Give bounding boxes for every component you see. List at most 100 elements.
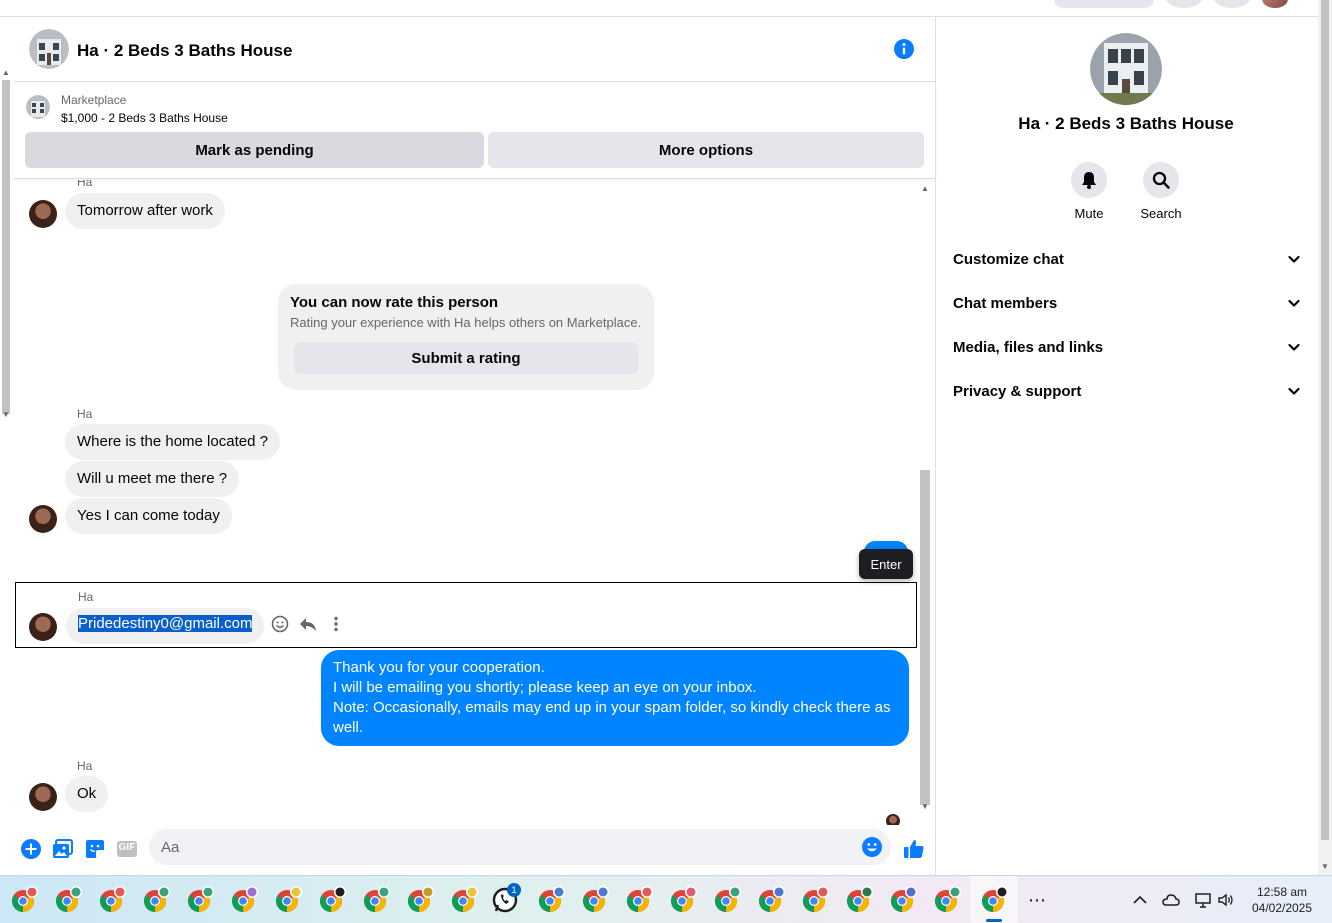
like-thumbs-up-icon[interactable] — [902, 837, 926, 861]
top-nav-icon-button[interactable] — [1214, 0, 1250, 8]
scrollbar-thumb[interactable] — [2, 80, 10, 414]
chrome-profile-icon[interactable] — [711, 884, 743, 916]
chrome-profile-icon[interactable] — [667, 884, 699, 916]
section-label: Privacy & support — [953, 382, 1082, 400]
chevron-down-icon — [1288, 299, 1300, 307]
chrome-profile-icon[interactable] — [360, 884, 392, 916]
mute-button-circle[interactable] — [1071, 162, 1107, 198]
chrome-profile-icon[interactable] — [623, 884, 655, 916]
conversation-avatar[interactable] — [29, 29, 69, 69]
page-scrollbar[interactable]: ▲ ▼ — [0, 66, 12, 426]
mark-as-pending-button[interactable]: Mark as pending — [25, 132, 484, 168]
top-nav-button[interactable] — [1054, 0, 1154, 8]
scrollbar-thumb[interactable] — [1321, 0, 1329, 840]
info-icon[interactable] — [893, 38, 915, 60]
react-emoji-icon[interactable] — [270, 614, 290, 634]
message-bubble[interactable]: Yes I can come today — [65, 498, 232, 534]
chrome-profile-icon[interactable] — [535, 884, 567, 916]
listing-thumbnail[interactable] — [26, 95, 50, 119]
window-scrollbar[interactable]: ▼ — [1318, 0, 1332, 875]
sender-avatar[interactable] — [29, 200, 57, 228]
chrome-profile-icon[interactable] — [96, 884, 128, 916]
message-input[interactable] — [161, 835, 851, 859]
chrome-profile-icon[interactable] — [52, 884, 84, 916]
scroll-down-arrow-icon[interactable]: ▼ — [2, 410, 10, 419]
message-bubble[interactable]: Tomorrow after work — [65, 193, 225, 229]
listing-title[interactable]: $1,000 - 2 Beds 3 Baths House — [61, 111, 228, 125]
top-navigation-bar — [0, 0, 1318, 17]
sender-avatar[interactable] — [29, 613, 57, 641]
windows-taskbar: 1 ⋯ 12:58 am 04/02/2025 — [0, 875, 1332, 923]
chrome-profile-icon[interactable] — [404, 884, 436, 916]
chat-panel: Ha · 2 Beds 3 Baths House Marketplace $1… — [14, 17, 936, 875]
chat-title[interactable]: Ha · 2 Beds 3 Baths House — [77, 41, 292, 61]
listing-kicker: Marketplace — [61, 93, 127, 107]
chrome-profile-icon[interactable] — [316, 884, 348, 916]
chrome-profile-icon[interactable] — [887, 884, 919, 916]
chrome-profile-icon[interactable] — [579, 884, 611, 916]
chrome-profile-icon[interactable] — [755, 884, 787, 916]
plus-icon[interactable] — [19, 837, 43, 861]
search-button-circle[interactable] — [1143, 162, 1179, 198]
message-composer: GIF — [14, 825, 936, 875]
section-chat-members[interactable]: Chat members — [953, 285, 1301, 321]
chrome-profile-icon[interactable] — [799, 884, 831, 916]
more-options-button[interactable]: More options — [488, 132, 924, 168]
chrome-profile-icon[interactable] — [140, 884, 172, 916]
chrome-profile-icon[interactable] — [978, 884, 1010, 916]
emoji-icon[interactable] — [861, 836, 883, 858]
network-icon[interactable] — [1193, 890, 1213, 910]
sender-name: Ha — [77, 180, 93, 189]
chrome-profile-icon[interactable] — [184, 884, 216, 916]
sender-avatar[interactable] — [29, 783, 57, 811]
message-line: I will be emailing you shortly; please k… — [333, 679, 757, 696]
volume-icon[interactable] — [1216, 890, 1236, 910]
top-nav-icon-button[interactable] — [1166, 0, 1202, 8]
sender-name: Ha — [77, 759, 93, 773]
section-media-files-links[interactable]: Media, files and links — [953, 329, 1301, 365]
section-customize-chat[interactable]: Customize chat — [953, 241, 1301, 277]
system-clock[interactable]: 12:58 am 04/02/2025 — [1244, 884, 1320, 916]
more-vertical-icon[interactable] — [326, 614, 346, 634]
scroll-down-arrow-icon[interactable]: ▼ — [921, 802, 929, 811]
rating-card-title: You can now rate this person — [290, 294, 499, 311]
submit-rating-button[interactable]: Submit a rating — [294, 342, 638, 374]
chat-scrollbar[interactable]: ▲ ▼ — [918, 180, 932, 825]
message-input-container[interactable] — [149, 829, 891, 865]
message-bubble[interactable]: Where is the home located ? — [65, 424, 280, 460]
photo-icon[interactable] — [51, 837, 75, 861]
rating-card: You can now rate this person Rating your… — [278, 284, 654, 390]
section-privacy-support[interactable]: Privacy & support — [953, 373, 1301, 409]
chrome-profile-icon[interactable] — [228, 884, 260, 916]
sticker-icon[interactable] — [83, 837, 107, 861]
chrome-profile-icon[interactable] — [8, 884, 40, 916]
chevron-up-icon[interactable] — [1130, 890, 1150, 910]
scroll-down-arrow-icon[interactable]: ▼ — [1321, 862, 1329, 871]
account-avatar[interactable] — [1262, 0, 1288, 8]
chrome-profile-icon[interactable] — [448, 884, 480, 916]
bell-icon — [1082, 172, 1096, 189]
scrollbar-thumb[interactable] — [920, 470, 930, 805]
message-bubble[interactable]: Will u meet me there ? — [65, 461, 240, 497]
scroll-up-arrow-icon[interactable]: ▲ — [921, 184, 929, 193]
search-button[interactable]: Search — [1131, 162, 1191, 221]
message-bubble[interactable]: Pridedestiny0@gmail.com — [66, 608, 265, 644]
chrome-profile-icon[interactable] — [843, 884, 875, 916]
onedrive-cloud-icon[interactable] — [1161, 890, 1181, 910]
chrome-profile-icon[interactable] — [931, 884, 963, 916]
scroll-up-arrow-icon[interactable]: ▲ — [2, 68, 10, 77]
conversation-large-avatar[interactable] — [1090, 33, 1162, 105]
selected-email-text[interactable]: Pridedestiny0@gmail.com — [78, 615, 253, 632]
chrome-profile-icon[interactable] — [272, 884, 304, 916]
message-list: Ha Tomorrow after work You can now rate … — [14, 180, 936, 825]
whatsapp-badge: 1 — [507, 883, 521, 897]
outgoing-message-bubble[interactable]: Thank you for your cooperation. I will b… — [321, 650, 909, 746]
message-bubble[interactable]: Ok — [65, 776, 109, 812]
focused-message-row[interactable]: Ha Pridedestiny0@gmail.com — [15, 582, 917, 648]
mute-button[interactable]: Mute — [1059, 162, 1119, 221]
reply-icon[interactable] — [298, 614, 318, 634]
more-apps-icon[interactable]: ⋯ — [1028, 890, 1047, 911]
sender-avatar[interactable] — [29, 505, 57, 533]
gif-icon[interactable]: GIF — [115, 837, 139, 861]
message-line: Thank you for your cooperation. — [333, 659, 545, 676]
